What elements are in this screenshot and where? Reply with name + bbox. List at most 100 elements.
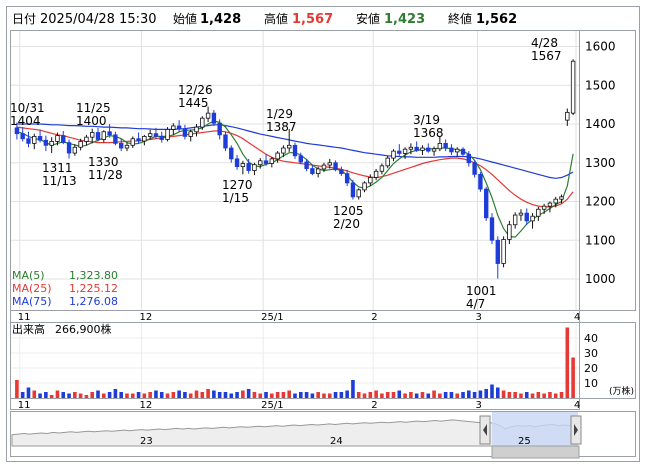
candle-body xyxy=(229,147,234,160)
volume-bar xyxy=(472,392,477,398)
volume-bar xyxy=(524,392,529,398)
volume-bar xyxy=(26,387,31,398)
candle-body xyxy=(14,127,20,135)
candle-body xyxy=(258,160,263,166)
candle-body xyxy=(483,188,489,219)
volume-bar xyxy=(293,393,297,398)
candle xyxy=(501,236,506,268)
ma-legend-value: 1,323.80 xyxy=(69,269,118,282)
volume-bar xyxy=(316,392,320,398)
volume-bar xyxy=(183,392,187,398)
volume-bar xyxy=(20,392,25,398)
annotation-value: 1567 xyxy=(531,49,562,63)
low-label: 安値 xyxy=(356,11,380,26)
annotation-date: 2/20 xyxy=(333,217,360,231)
candle-body xyxy=(304,161,309,169)
candle-body xyxy=(182,128,188,137)
volume-bar xyxy=(298,392,303,398)
low-value: 1,423 xyxy=(384,12,425,27)
candle-body xyxy=(84,136,89,142)
close-value: 1,562 xyxy=(476,12,517,27)
volume-bar xyxy=(90,392,95,398)
ma-legend-label: MA(5) xyxy=(12,269,45,282)
candle-body xyxy=(49,141,54,146)
date-label: 日付 xyxy=(12,12,36,26)
candle-body xyxy=(188,131,193,137)
navigator-left-handle[interactable] xyxy=(479,415,491,445)
volume-bar xyxy=(461,392,465,398)
volume-bar xyxy=(322,393,326,398)
volume-x-tick-label: 4 xyxy=(574,400,580,411)
volume-bar xyxy=(374,390,378,398)
candle-body xyxy=(327,162,332,166)
volume-bar xyxy=(513,392,517,398)
volume-bar xyxy=(136,392,141,398)
price-x-tick-label: 11 xyxy=(18,312,31,323)
price-annotation: 131111/13 xyxy=(42,161,77,188)
price-annotation: 11/251400 xyxy=(76,101,111,128)
navigator-selection[interactable] xyxy=(492,412,578,446)
candle-body xyxy=(478,173,483,190)
candle-body xyxy=(373,170,379,178)
high-value: 1,567 xyxy=(292,12,333,27)
candle-body xyxy=(217,122,222,136)
candle-body xyxy=(518,212,524,216)
volume-bar xyxy=(385,392,390,398)
candle-body xyxy=(194,126,199,133)
volume-bar xyxy=(281,392,286,398)
price-annotation: 12052/20 xyxy=(333,204,364,231)
volume-bar xyxy=(409,392,413,398)
navigator-year-label: 24 xyxy=(330,436,343,447)
annotation-date: 1/29 xyxy=(266,107,293,121)
volume-bar xyxy=(478,390,483,398)
annotation-date: 4/7 xyxy=(466,297,485,311)
candle-body xyxy=(420,147,425,151)
price-annotation: 10/311404 xyxy=(10,101,45,128)
volume-bar xyxy=(55,390,60,398)
candle-body xyxy=(90,132,95,138)
candle xyxy=(489,213,495,245)
candle-body xyxy=(130,138,135,146)
volume-bar xyxy=(206,389,210,398)
volume-bar xyxy=(351,380,355,398)
candle-body xyxy=(95,132,101,140)
volume-label: 出来高 xyxy=(12,322,45,336)
candle-body xyxy=(281,147,286,154)
volume-bar xyxy=(177,390,181,398)
candle-body xyxy=(466,153,472,164)
candle-body xyxy=(37,135,43,141)
candle-body xyxy=(559,196,564,200)
candle-body xyxy=(101,131,107,140)
candle-body xyxy=(362,182,367,191)
candle-body xyxy=(275,152,280,160)
navigator-right-handle[interactable] xyxy=(570,415,582,445)
candle-body xyxy=(200,117,205,128)
volume-bar xyxy=(490,384,494,398)
volume-bar xyxy=(397,390,402,398)
price-x-tick-label: 2 xyxy=(371,312,377,323)
navigator-scrollbar[interactable] xyxy=(491,445,580,459)
volume-bar xyxy=(67,393,71,398)
candle xyxy=(165,127,170,142)
candle-body xyxy=(55,135,60,142)
candle-body xyxy=(113,134,118,144)
volume-bar xyxy=(553,393,558,398)
volume-bar xyxy=(310,393,315,398)
candle-body xyxy=(263,160,269,164)
open-value: 1,428 xyxy=(200,12,241,27)
volume-x-tick-label: 25/1 xyxy=(261,400,283,411)
candle-body xyxy=(165,129,170,140)
candle-body xyxy=(310,168,315,174)
candle-body xyxy=(142,135,147,142)
candle-body xyxy=(541,205,547,210)
volume-bar xyxy=(467,390,471,398)
volume-bar xyxy=(426,393,431,398)
open-label: 始値 xyxy=(173,11,197,26)
volume-bar xyxy=(194,390,199,398)
volume-bar xyxy=(449,392,454,398)
candle-body xyxy=(437,142,443,150)
volume-bar xyxy=(148,392,152,398)
price-tick-label: 1100 xyxy=(585,233,616,247)
candle-body xyxy=(159,135,164,140)
price-tick-label: 1600 xyxy=(585,40,616,54)
